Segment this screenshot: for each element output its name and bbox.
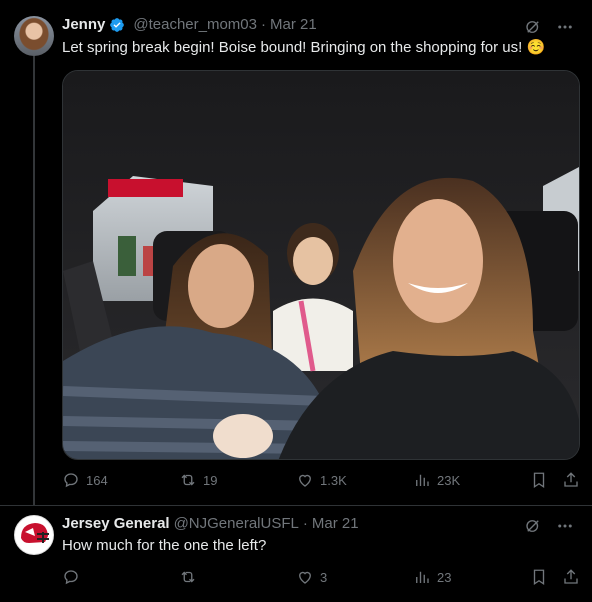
views-button[interactable]: 23K [413,471,473,489]
timestamp[interactable]: Mar 21 [312,515,359,532]
like-count: 3 [320,569,328,585]
like-icon [299,571,311,584]
reply-button[interactable]: 164 [62,471,122,489]
more-icon[interactable] [556,18,574,36]
tweet-top-actions [524,18,574,36]
reply-icon [64,570,78,585]
tweet[interactable]: Jenny @teacher_mom03 · Mar 21 Let spring… [0,0,592,506]
more-icon[interactable] [556,517,574,535]
tweet-secondary-actions [530,568,580,586]
bookmark-icon[interactable] [530,568,548,586]
reply-button[interactable] [62,568,122,586]
share-icon[interactable] [562,568,580,586]
view-count: 23 [437,569,452,585]
helmet-logo [21,523,49,543]
author-name[interactable]: Jersey General [62,515,170,532]
repost-button[interactable]: 19 [179,471,239,489]
author-handle[interactable]: @teacher_mom03 [133,16,257,33]
thread-line [33,56,35,506]
grok-icon[interactable] [524,517,542,535]
repost-button[interactable] [179,568,239,586]
avatar[interactable] [14,515,54,555]
tweet[interactable]: Jersey General @NJGeneralUSFL · Mar 21 H… [0,505,592,602]
share-icon[interactable] [562,471,580,489]
tweet-actions: 164 19 1.3K 23K [62,471,580,489]
avatar[interactable] [14,16,54,56]
like-count: 1.3K [320,472,347,488]
reply-count: 164 [86,472,108,488]
tweet-photo[interactable] [62,70,580,460]
reply-icon [64,473,78,488]
timestamp[interactable]: Mar 21 [270,16,317,33]
tweet-top-actions [524,517,574,535]
like-button[interactable]: 1.3K [296,471,356,489]
author-name[interactable]: Jenny [62,16,105,33]
separator: · [302,515,308,532]
selfie-photo-illustration [63,71,579,459]
tweet-text: How much for the one the left? [62,537,267,554]
verified-badge-icon [110,17,125,32]
repost-icon [181,571,195,583]
tweet-text: Let spring break begin! Boise bound! Bri… [62,39,546,56]
views-icon [416,474,429,486]
views-icon [416,571,429,583]
grok-icon[interactable] [524,18,542,36]
tweet-header: Jersey General @NJGeneralUSFL · Mar 21 [62,515,359,532]
tweet-header: Jenny @teacher_mom03 · Mar 21 [62,16,317,33]
like-icon [299,474,311,487]
like-button[interactable]: 3 [296,568,356,586]
repost-icon [181,474,195,486]
author-handle[interactable]: @NJGeneralUSFL [174,515,299,532]
bookmark-icon[interactable] [530,471,548,489]
view-count: 23K [437,472,461,488]
tweet-actions: 3 23 [62,568,580,586]
repost-count: 19 [203,472,218,488]
separator: · [260,16,266,33]
tweet-secondary-actions [530,471,580,489]
views-button[interactable]: 23 [413,568,473,586]
